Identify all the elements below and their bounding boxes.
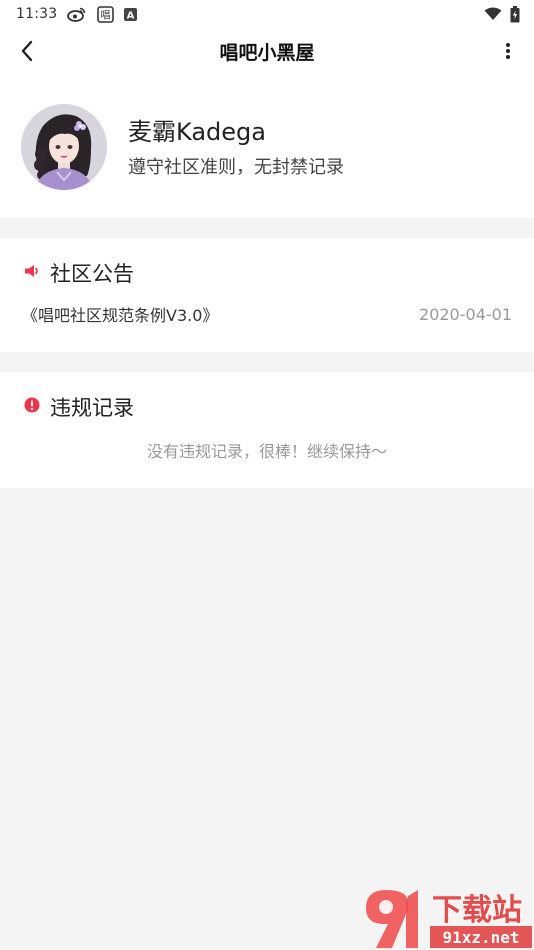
back-button[interactable] [14, 38, 40, 64]
watermark-title: 下载站 [432, 893, 522, 928]
chevron-left-icon [21, 40, 33, 62]
a-app-icon: A [124, 7, 138, 21]
notice-item[interactable]: 《唱吧社区规范条例V3.0》 2020-04-01 [22, 302, 512, 326]
weibo-icon [67, 6, 87, 22]
violations-empty-text: 没有违规记录，很棒！继续保持～ [146, 442, 387, 461]
notice-item-date: 2020-04-01 [419, 304, 512, 324]
notice-title: 社区公告 [50, 262, 134, 286]
watermark-url: 91xz.net [442, 928, 519, 947]
wifi-icon [484, 7, 502, 21]
avatar[interactable] [21, 104, 107, 190]
profile-status: 遵守社区准则，无封禁记录 [128, 157, 344, 178]
battery-charging-icon [510, 5, 520, 23]
screen: 11:33 唱 A 唱吧小黑屋 麦霸Kadega 遵守社区准则，无封禁记录 社区… [0, 0, 534, 950]
profile-name: 麦霸Kadega [128, 118, 266, 146]
violations-header: 违规记录 [24, 392, 134, 422]
more-vertical-icon [506, 43, 510, 59]
nav-bar: 唱吧小黑屋 [0, 28, 534, 74]
more-button[interactable] [498, 38, 518, 64]
notice-header: 社区公告 [24, 258, 134, 288]
status-bar: 11:33 唱 A [0, 0, 534, 28]
speaker-icon [24, 263, 40, 283]
status-right [484, 5, 520, 23]
watermark-logo: 下载站 91xz.net [362, 884, 534, 950]
page-title: 唱吧小黑屋 [219, 41, 315, 64]
chang-app-icon: 唱 [97, 5, 115, 23]
alert-circle-icon [24, 397, 40, 417]
profile-card: 麦霸Kadega 遵守社区准则，无封禁记录 [0, 74, 534, 218]
chang-badge-text: 唱 [101, 9, 111, 21]
status-left: 11:33 唱 A [16, 5, 138, 23]
status-time: 11:33 [16, 6, 58, 22]
a-badge-text: A [127, 10, 135, 21]
notice-item-title[interactable]: 《唱吧社区规范条例V3.0》 [22, 302, 218, 326]
community-notice-card: 社区公告 《唱吧社区规范条例V3.0》 2020-04-01 [0, 238, 534, 352]
violations-title: 违规记录 [50, 396, 134, 420]
violations-card: 违规记录 没有违规记录，很棒！继续保持～ [0, 372, 534, 488]
